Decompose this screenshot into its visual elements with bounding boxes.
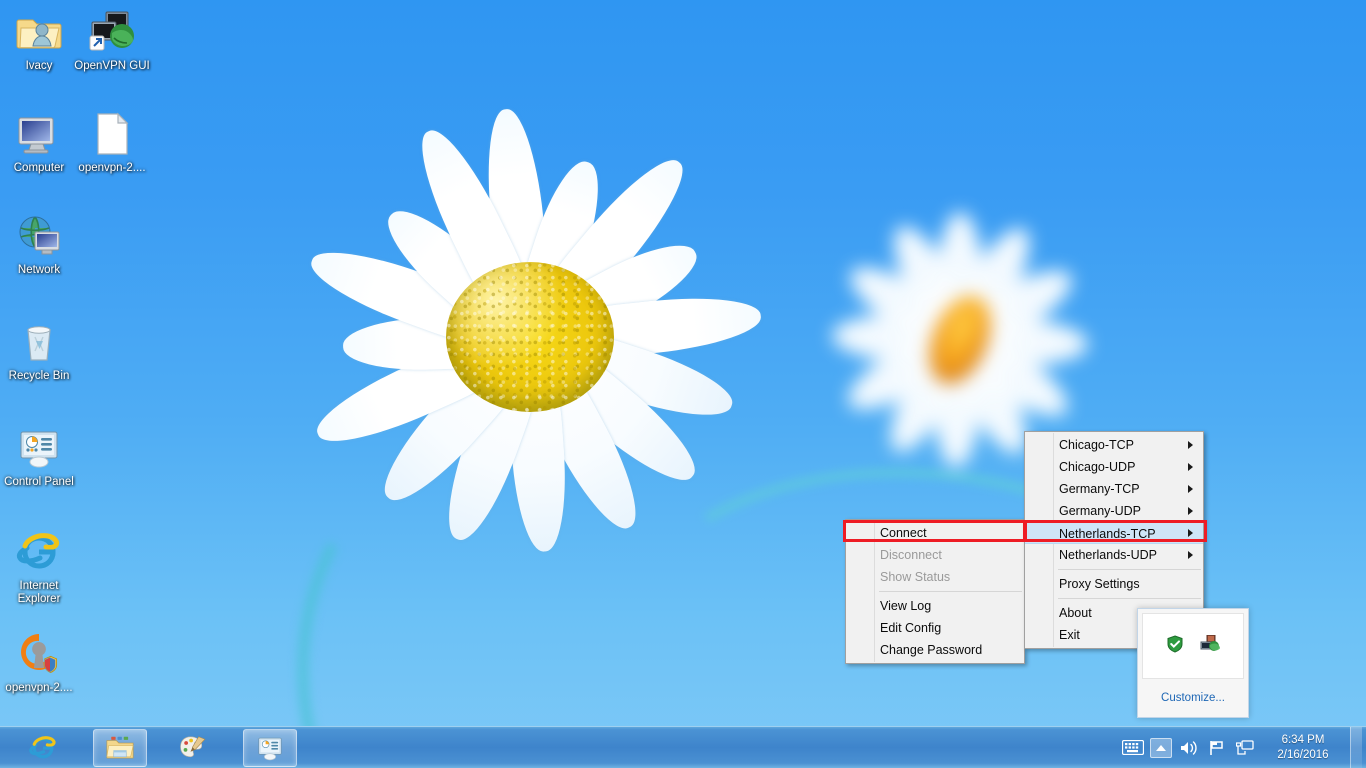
- desktop-icon-internet-explorer[interactable]: Internet Explorer: [0, 528, 78, 606]
- onscreen-keyboard-icon[interactable]: [1122, 738, 1144, 758]
- tray-overflow-popup[interactable]: Customize...: [1137, 608, 1249, 718]
- show-hidden-icons-icon[interactable]: [1150, 737, 1172, 758]
- submenu-item-germany-tcp[interactable]: Germany-TCP: [1025, 478, 1203, 500]
- chevron-right-icon: [1188, 551, 1193, 559]
- menu-item-label: Connect: [880, 526, 927, 540]
- desktop-icon-openvpn-file[interactable]: openvpn-2....: [73, 110, 151, 175]
- taskbar-clock[interactable]: 6:34 PM 2/16/2016: [1262, 733, 1340, 763]
- menu-separator: [879, 591, 1022, 592]
- taskbar-button-paint[interactable]: [166, 729, 220, 767]
- submenu-item-chicago-udp[interactable]: Chicago-UDP: [1025, 456, 1203, 478]
- menu-item-edit-config[interactable]: Edit Config: [846, 617, 1024, 639]
- action-center-flag-icon[interactable]: [1206, 738, 1228, 758]
- text-file-icon: [88, 110, 136, 158]
- system-tray[interactable]: 6:34 PM 2/16/2016: [1122, 726, 1366, 768]
- submenu-item-label: Germany-TCP: [1059, 482, 1140, 496]
- submenu-item-germany-udp[interactable]: Germany-UDP: [1025, 500, 1203, 522]
- submenu-item-label: Chicago-TCP: [1059, 438, 1135, 452]
- desktop-icon-label: Internet Explorer: [17, 580, 61, 605]
- submenu-item-label: Netherlands-TCP: [1059, 527, 1156, 541]
- submenu-item-label: Proxy Settings: [1059, 577, 1140, 591]
- openvpn-gui-tray-icon[interactable]: [1200, 634, 1220, 658]
- chevron-right-icon: [1188, 485, 1193, 493]
- submenu-separator: [1058, 569, 1201, 570]
- desktop-icon-label: Computer: [13, 162, 65, 174]
- paint-palette-icon: [180, 735, 206, 757]
- desktop-icon-ivacy[interactable]: Ivacy: [0, 8, 78, 73]
- desktop-icon-label: OpenVPN GUI: [74, 60, 150, 72]
- menu-item-connect[interactable]: Connect: [846, 522, 1024, 544]
- desktop-icon-openvpn-gui[interactable]: OpenVPN GUI: [73, 8, 151, 73]
- desktop-icon-label: Network: [17, 264, 61, 276]
- menu-item-change-password[interactable]: Change Password: [846, 639, 1024, 661]
- submenu-separator: [1058, 598, 1201, 599]
- network-icon: [15, 212, 63, 260]
- submenu-item-label: About: [1059, 606, 1092, 620]
- internet-explorer-icon: [29, 735, 56, 758]
- volume-icon[interactable]: [1178, 738, 1200, 758]
- desktop-screen: Ivacy OpenVPN GUI Computer openvpn-2....…: [0, 0, 1366, 768]
- menu-item-label: View Log: [880, 599, 932, 613]
- desktop-icon-openvpn-installer[interactable]: openvpn-2....: [0, 630, 78, 695]
- menu-item-show-status: Show Status: [846, 566, 1024, 588]
- menu-item-label: Show Status: [880, 570, 951, 584]
- recycle-bin-icon: [15, 318, 63, 366]
- foreground-daisy: [250, 40, 810, 640]
- openvpn-installer-icon: [15, 630, 63, 678]
- folder-user-icon: [15, 8, 63, 56]
- taskbar-button-control-panel[interactable]: [243, 728, 297, 767]
- submenu-item-label: Chicago-UDP: [1059, 460, 1136, 474]
- clock-date: 2/16/2016: [1277, 748, 1329, 761]
- submenu-item-netherlands-udp[interactable]: Netherlands-UDP: [1025, 544, 1203, 566]
- menu-item-disconnect: Disconnect: [846, 544, 1024, 566]
- desktop-icon-label: Ivacy: [25, 60, 53, 72]
- submenu-item-chicago-tcp[interactable]: Chicago-TCP: [1025, 434, 1203, 456]
- submenu-item-label: Netherlands-UDP: [1059, 548, 1157, 562]
- internet-explorer-icon: [15, 528, 63, 576]
- desktop-icon-computer[interactable]: Computer: [0, 110, 78, 175]
- chevron-right-icon: [1188, 463, 1193, 471]
- tray-popup-icon-list: [1142, 613, 1244, 679]
- control-panel-icon: [15, 424, 63, 472]
- folder-explorer-icon: [106, 736, 134, 758]
- customize-link[interactable]: Customize...: [1138, 683, 1248, 713]
- menu-item-label: Edit Config: [880, 621, 942, 635]
- submenu-item-label: Exit: [1059, 628, 1080, 642]
- chevron-right-icon: [1188, 441, 1193, 449]
- menu-item-label: Change Password: [880, 643, 983, 657]
- desktop-icon-label: openvpn-2....: [5, 682, 73, 694]
- computer-icon: [15, 110, 63, 158]
- network-icon[interactable]: [1234, 738, 1256, 758]
- action-center-check-icon[interactable]: [1166, 634, 1184, 658]
- show-desktop-button[interactable]: [1350, 726, 1362, 768]
- submenu-item-netherlands-tcp[interactable]: Netherlands-TCP: [1025, 522, 1203, 544]
- desktop-icon-label: Control Panel: [4, 476, 74, 488]
- chevron-right-icon: [1188, 529, 1193, 537]
- menu-item-view-log[interactable]: View Log: [846, 595, 1024, 617]
- taskbar[interactable]: 6:34 PM 2/16/2016: [0, 726, 1366, 768]
- desktop-icon-label: Recycle Bin: [8, 370, 70, 382]
- chevron-right-icon: [1188, 507, 1193, 515]
- taskbar-button-windows-explorer[interactable]: [93, 728, 147, 767]
- desktop-icon-control-panel[interactable]: Control Panel: [0, 424, 78, 489]
- control-panel-icon: [258, 737, 282, 760]
- submenu-item-proxy-settings[interactable]: Proxy Settings: [1025, 573, 1203, 595]
- clock-time: 6:34 PM: [1281, 733, 1325, 746]
- openvpn-gui-shortcut-icon: [88, 8, 136, 56]
- taskbar-button-internet-explorer[interactable]: [16, 729, 70, 767]
- desktop-icon-label: openvpn-2....: [78, 162, 146, 174]
- submenu-item-label: Germany-UDP: [1059, 504, 1141, 518]
- desktop-icon-recycle-bin[interactable]: Recycle Bin: [0, 318, 78, 383]
- desktop-icon-network[interactable]: Network: [0, 212, 78, 277]
- openvpn-tray-context-menu[interactable]: Connect Disconnect Show Status View Log …: [845, 519, 1025, 664]
- menu-item-label: Disconnect: [880, 548, 942, 562]
